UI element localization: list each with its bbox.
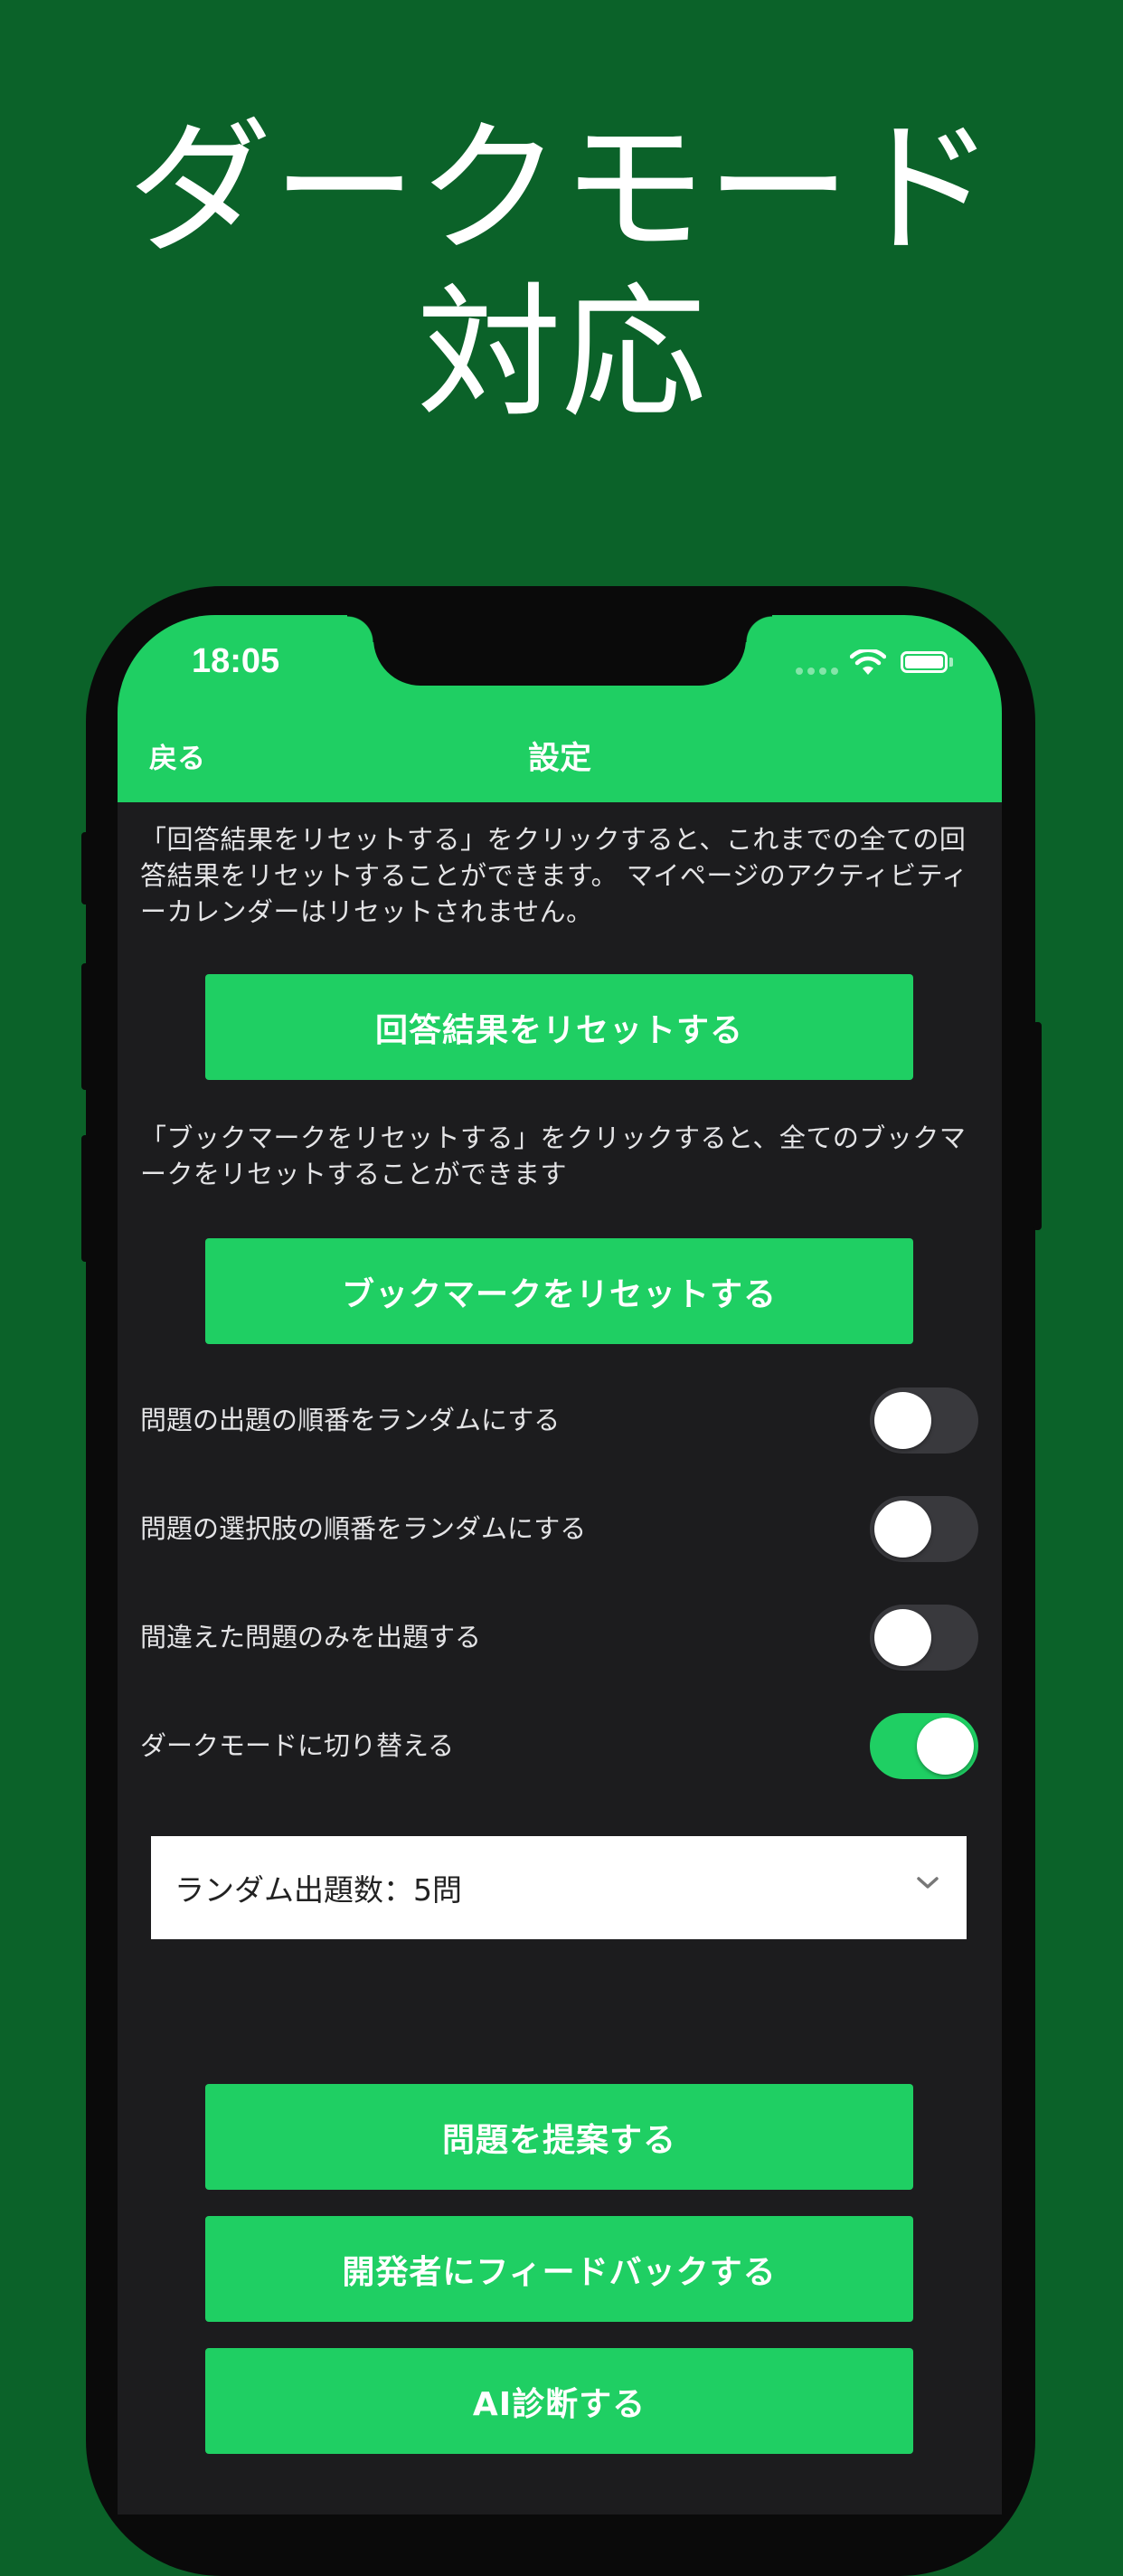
toggle-knob (874, 1609, 931, 1666)
developer-feedback-button[interactable]: 開発者にフィードバックする (205, 2216, 913, 2322)
phone-volume-up (81, 963, 90, 1090)
reset-answers-button[interactable]: 回答結果をリセットする (205, 974, 913, 1080)
phone-volume-down (81, 1135, 90, 1262)
toggle-label-random-order: 問題の出題の順番をランダムにする (140, 1405, 561, 1435)
wifi-icon (850, 649, 886, 675)
toggle-label-random-choices: 問題の選択肢の順番をランダムにする (140, 1513, 587, 1544)
suggest-question-button[interactable]: 問題を提案する (205, 2084, 913, 2190)
toggle-label-dark-mode: ダークモードに切り替える (140, 1730, 455, 1761)
toggle-random-choices[interactable] (870, 1496, 978, 1562)
app-screen: 18:05 戻る 設定 「回答結果をリセットする」をクリックすると、これまでの全… (118, 615, 1002, 2514)
toggle-knob (917, 1718, 974, 1775)
page-title: 設定 (527, 741, 591, 777)
toggle-dark-mode[interactable] (870, 1713, 978, 1779)
battery-icon (901, 651, 948, 673)
promo-headline: ダークモード 対応 (0, 107, 1123, 436)
ai-diagnosis-button[interactable]: AI診断する (205, 2348, 913, 2454)
toggle-random-order[interactable] (870, 1387, 978, 1454)
reset-bookmarks-description: 「ブックマークをリセットする」をクリックすると、全てのブックマークをリセットする… (140, 1122, 967, 1189)
phone-notch (347, 615, 772, 686)
battery-cap (949, 658, 953, 667)
toggle-mistakes-only[interactable] (870, 1605, 978, 1671)
phone-power-button (1033, 1022, 1042, 1230)
status-time: 18:05 (192, 642, 280, 680)
toggle-knob (874, 1392, 931, 1449)
signal-dots (796, 668, 838, 675)
chevron-down-icon (917, 1877, 939, 1889)
random-count-value: ランダム出題数：5問 (175, 1872, 462, 1908)
toggle-label-mistakes-only: 間違えた問題のみを出題する (140, 1622, 482, 1653)
headline-line-2: 対応 (416, 269, 706, 438)
reset-bookmarks-button[interactable]: ブックマークをリセットする (205, 1238, 913, 1344)
headline-line-1: ダークモード (127, 104, 996, 273)
random-count-select[interactable]: ランダム出題数：5問 (151, 1836, 967, 1939)
reset-answers-description: 「回答結果をリセットする」をクリックすると、これまでの全ての回答結果をリセットす… (140, 824, 968, 927)
toggle-knob (874, 1501, 931, 1558)
phone-side-button (81, 832, 90, 904)
